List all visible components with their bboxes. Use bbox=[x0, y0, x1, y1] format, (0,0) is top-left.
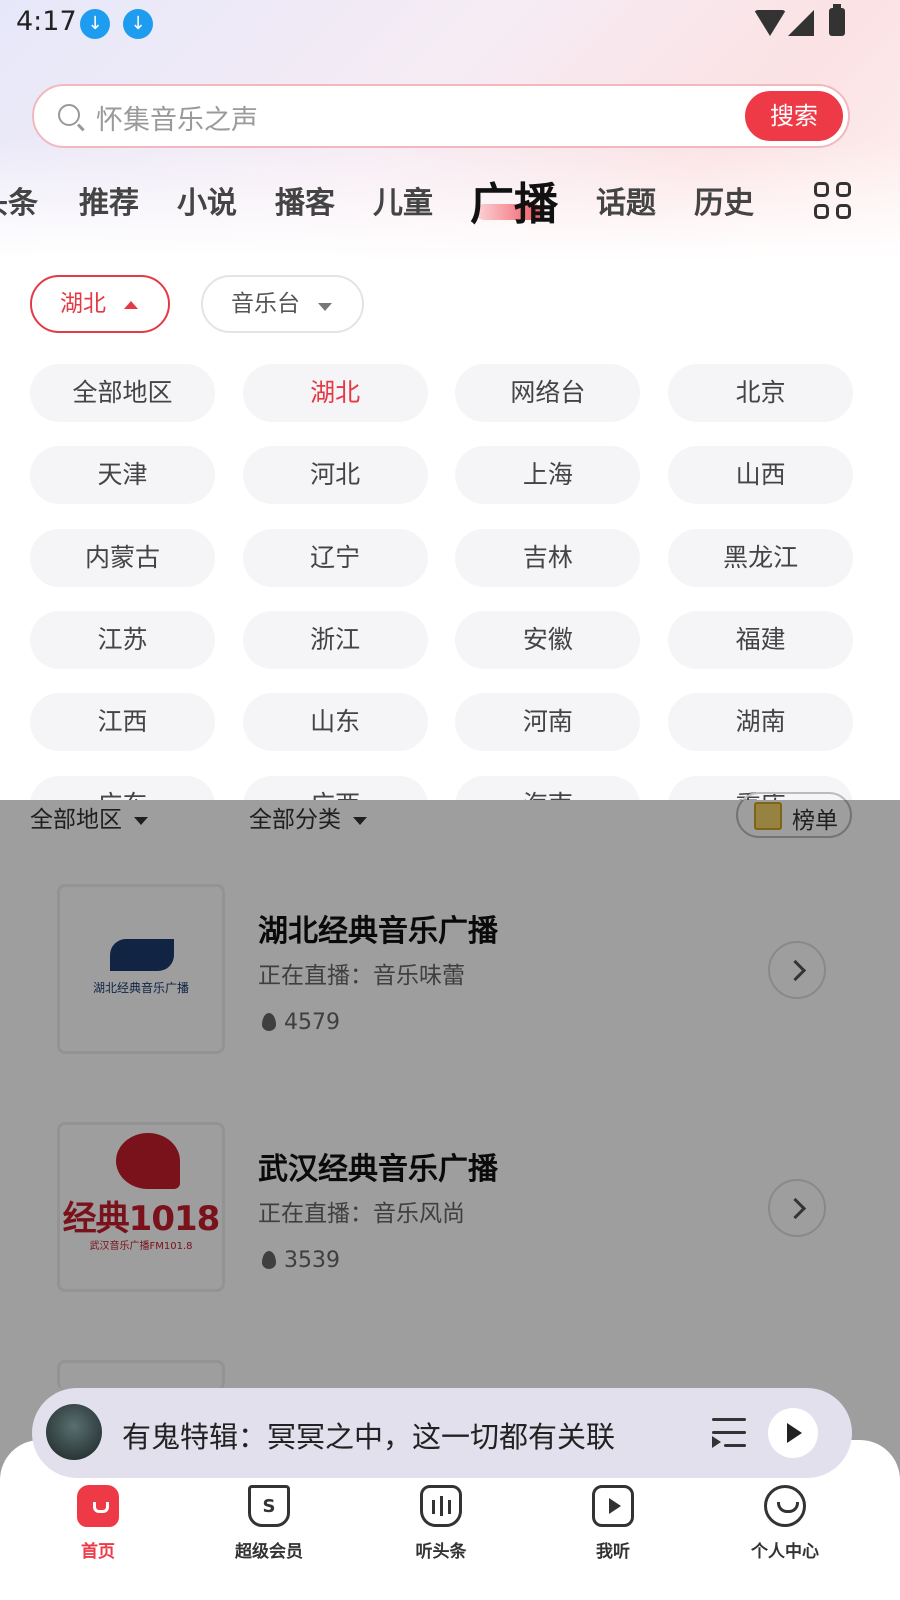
tab-podcast[interactable]: 播客 bbox=[275, 178, 335, 222]
nav-label: 首页 bbox=[81, 1542, 115, 1562]
region-filter-chip[interactable]: 湖北 bbox=[30, 275, 170, 333]
nav-vip[interactable]: S 超级会员 bbox=[209, 1485, 329, 1562]
region-option[interactable]: 河南 bbox=[455, 693, 641, 752]
region-option[interactable]: 江苏 bbox=[30, 610, 215, 669]
tab-history[interactable]: 历史 bbox=[694, 178, 754, 222]
tab-topics[interactable]: 话题 bbox=[596, 178, 656, 222]
play-small-icon bbox=[712, 1436, 721, 1448]
region-option[interactable]: 河北 bbox=[242, 446, 428, 505]
search-button[interactable]: 搜索 bbox=[745, 91, 843, 141]
category-filter-chip[interactable]: 音乐台 bbox=[201, 275, 364, 333]
region-option[interactable]: 辽宁 bbox=[242, 528, 428, 587]
tab-children[interactable]: 儿童 bbox=[373, 178, 433, 222]
region-option[interactable]: 网络台 bbox=[455, 364, 641, 422]
search-input[interactable]: 怀集音乐之声 bbox=[96, 98, 258, 137]
vip-mark: S bbox=[262, 1496, 276, 1517]
region-option[interactable]: 湖北 bbox=[242, 364, 428, 422]
region-option[interactable]: 上海 bbox=[455, 446, 641, 505]
nav-headline-audio[interactable]: 听头条 bbox=[381, 1485, 501, 1562]
region-option[interactable]: 北京 bbox=[668, 364, 853, 422]
tab-radio[interactable]: 广播 bbox=[470, 168, 558, 232]
play-button[interactable] bbox=[768, 1408, 818, 1458]
nav-label: 听头条 bbox=[415, 1542, 467, 1562]
region-option[interactable]: 全部地区 bbox=[30, 364, 215, 422]
status-time: 4:17 bbox=[16, 6, 77, 37]
play-square-icon bbox=[592, 1485, 634, 1527]
region-option[interactable]: 江西 bbox=[30, 693, 215, 752]
tab-recommend[interactable]: 推荐 bbox=[79, 178, 139, 222]
player-cover bbox=[46, 1404, 102, 1460]
status-bar: 4:17 ↓ ↓ bbox=[0, 0, 900, 46]
region-option[interactable]: 内蒙古 bbox=[30, 528, 215, 587]
region-option[interactable]: 广东 bbox=[30, 775, 215, 800]
nav-home[interactable]: 首页 bbox=[38, 1485, 158, 1562]
home-icon bbox=[77, 1485, 119, 1527]
smile-face-icon bbox=[764, 1485, 806, 1527]
category-grid-icon[interactable] bbox=[814, 182, 854, 222]
download-icon: ↓ bbox=[80, 9, 110, 39]
bar-mark bbox=[432, 1500, 435, 1514]
region-option[interactable]: 黑龙江 bbox=[668, 528, 853, 587]
smile-mark bbox=[777, 1502, 799, 1513]
home-smile-mark bbox=[93, 1502, 109, 1513]
nav-label: 超级会员 bbox=[235, 1542, 303, 1562]
caret-down-icon bbox=[318, 303, 332, 311]
region-option[interactable]: 山东 bbox=[242, 693, 428, 752]
tab-headlines[interactable]: 头条 bbox=[0, 178, 38, 222]
region-option[interactable]: 海南 bbox=[455, 775, 641, 800]
region-options-grid: 全部地区 湖北 网络台 北京天津 河北 上海 山西内蒙古 辽宁 吉林 黑龙江江苏 浙江 安徽 福建江西山… bbox=[30, 364, 853, 800]
region-option[interactable]: 安徽 bbox=[455, 610, 641, 669]
nav-profile[interactable]: 个人中心 bbox=[725, 1485, 845, 1562]
region-option[interactable]: 山西 bbox=[668, 446, 853, 505]
search-icon bbox=[58, 104, 80, 126]
vip-bag-icon: S bbox=[248, 1485, 290, 1527]
region-option[interactable]: 浙江 bbox=[242, 610, 428, 669]
region-option[interactable]: 福建 bbox=[668, 610, 853, 669]
region-option[interactable]: 天津 bbox=[30, 446, 215, 505]
download-icon: ↓ bbox=[123, 9, 153, 39]
region-option[interactable]: 广西 bbox=[242, 775, 428, 800]
play-mark bbox=[609, 1498, 621, 1514]
headline-audio-icon bbox=[420, 1485, 462, 1527]
bar-mark bbox=[448, 1500, 451, 1514]
bar-mark bbox=[440, 1496, 443, 1516]
nav-label: 我听 bbox=[596, 1542, 630, 1562]
region-option[interactable]: 吉林 bbox=[455, 528, 641, 587]
player-title: 有鬼特辑：冥冥之中，这一切都有关联 bbox=[122, 1420, 616, 1454]
caret-up-icon bbox=[124, 301, 138, 309]
tab-novel[interactable]: 小说 bbox=[177, 178, 237, 222]
category-filter-label: 音乐台 bbox=[231, 291, 300, 317]
nav-label: 个人中心 bbox=[751, 1542, 819, 1562]
battery-icon bbox=[829, 4, 845, 36]
wifi-icon bbox=[754, 10, 786, 36]
region-filter-label: 湖北 bbox=[60, 291, 106, 317]
region-option[interactable]: 湖南 bbox=[668, 693, 853, 752]
signal-icon bbox=[788, 10, 814, 36]
playlist-icon[interactable] bbox=[712, 1418, 746, 1448]
nav-my-listening[interactable]: 我听 bbox=[553, 1485, 673, 1562]
